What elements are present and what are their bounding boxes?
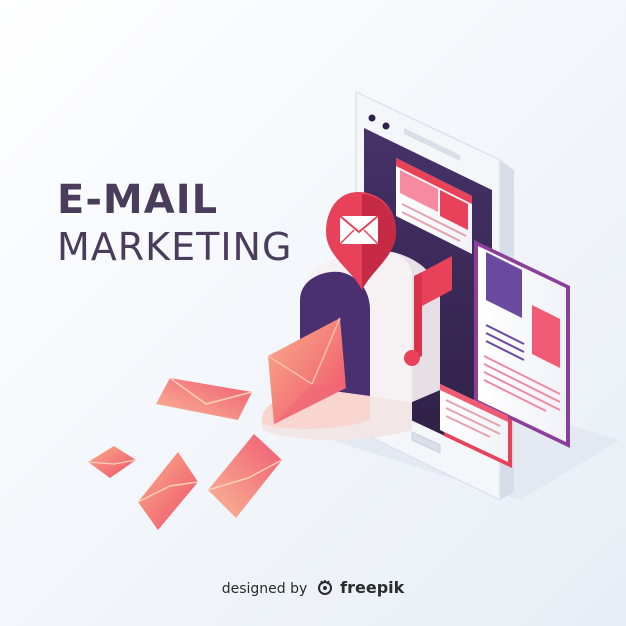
envelope-icon-flying-2	[87, 446, 137, 478]
envelope-icon-flying-4	[207, 434, 283, 518]
attribution-prefix: designed by	[221, 581, 308, 597]
envelope-icon-flying-3	[137, 452, 199, 530]
email-marketing-illustration	[87, 90, 620, 530]
attribution-brand: freepik	[340, 578, 405, 597]
freepik-logo-icon	[316, 578, 334, 600]
envelope-icon-flying-1	[156, 377, 253, 420]
attribution: designed by freepik	[0, 578, 626, 600]
